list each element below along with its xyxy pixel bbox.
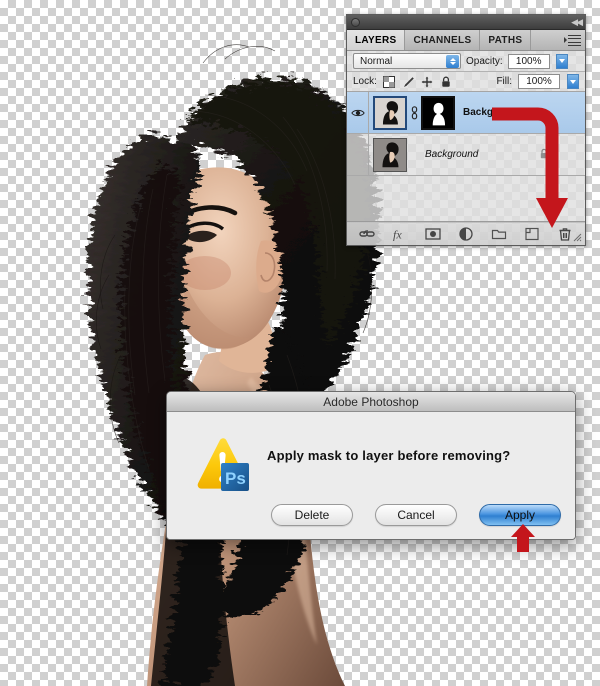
panel-menu-icon[interactable]: [567, 35, 581, 46]
dialog-titlebar[interactable]: Adobe Photoshop: [167, 392, 575, 412]
dialog-button-row[interactable]: Delete Cancel Apply: [271, 504, 561, 526]
svg-text:fx: fx: [393, 227, 402, 241]
layer-mask-link-icon[interactable]: [407, 105, 421, 120]
delete-layer-trash-icon[interactable]: [557, 226, 573, 242]
layer-name-label[interactable]: Background co: [463, 107, 536, 118]
panel-titlebar[interactable]: ◀◀: [347, 15, 585, 30]
layers-empty-area: [347, 176, 585, 223]
collapse-to-icons-chevron-icon[interactable]: ◀◀: [571, 17, 583, 27]
layer-thumbnail-image: [375, 97, 405, 128]
dialog-title-text: Adobe Photoshop: [323, 394, 419, 409]
add-layer-mask-icon[interactable]: [425, 226, 441, 242]
fill-label: Fill:: [496, 76, 512, 87]
warning-triangle-photoshop-icon: Ps: [197, 438, 249, 491]
layers-list[interactable]: Background co Background: [347, 92, 585, 223]
layer-mask-thumbnail-image: [423, 97, 453, 128]
blend-mode-stepper-icon[interactable]: [446, 55, 459, 68]
new-group-folder-icon[interactable]: [491, 226, 507, 242]
eye-icon[interactable]: [350, 108, 365, 118]
layer-visibility-toggle[interactable]: [347, 92, 369, 133]
layer-mask-thumbnail[interactable]: [421, 95, 455, 130]
tab-paths[interactable]: PATHS: [480, 30, 532, 50]
fill-dropdown-icon[interactable]: [567, 74, 579, 89]
blend-mode-row[interactable]: Normal Opacity: 100%: [347, 51, 585, 72]
layer-style-fx-icon[interactable]: fx: [392, 226, 408, 242]
panel-resize-grip-icon[interactable]: [573, 233, 582, 242]
background-locked-padlock-icon: [540, 148, 548, 159]
fill-input[interactable]: 100%: [518, 74, 560, 89]
new-layer-icon[interactable]: [524, 226, 540, 242]
photoshop-alert-dialog[interactable]: Adobe Photoshop Ps Apply mask to layer b…: [166, 391, 576, 540]
blend-mode-select[interactable]: Normal: [353, 53, 461, 69]
layers-panel[interactable]: ◀◀ LAYERS CHANNELS PATHS Normal Opacity:…: [346, 14, 586, 246]
lock-all-padlock-icon[interactable]: [440, 76, 452, 88]
background-layer-thumbnail[interactable]: [373, 137, 407, 172]
lock-position-move-icon[interactable]: [421, 76, 433, 88]
layer-visibility-toggle-background[interactable]: [347, 134, 369, 175]
cancel-button[interactable]: Cancel: [375, 504, 457, 526]
apply-button[interactable]: Apply: [479, 504, 561, 526]
layer-thumbnail[interactable]: [373, 95, 407, 130]
opacity-input[interactable]: 100%: [507, 53, 550, 69]
lock-image-pixels-brush-icon[interactable]: [402, 76, 414, 88]
layers-panel-bottom-toolbar[interactable]: fx: [347, 221, 585, 245]
new-adjustment-layer-icon[interactable]: [458, 226, 474, 242]
background-layer-name-label[interactable]: Background: [425, 149, 478, 160]
blend-mode-value: Normal: [360, 55, 393, 67]
dialog-body: Ps Apply mask to layer before removing? …: [167, 412, 575, 539]
layer-row-background-copy[interactable]: Background co: [347, 92, 585, 134]
opacity-dropdown-icon[interactable]: [555, 53, 568, 69]
panel-tabs[interactable]: LAYERS CHANNELS PATHS: [347, 30, 585, 51]
opacity-label: Opacity:: [466, 55, 503, 67]
chain-link-icon[interactable]: [410, 105, 419, 120]
lock-label: Lock:: [353, 76, 377, 87]
lock-transparency-icon[interactable]: [382, 75, 395, 88]
tab-channels[interactable]: CHANNELS: [405, 30, 481, 50]
dialog-message-text: Apply mask to layer before removing?: [267, 448, 511, 463]
layer-row-background[interactable]: Background: [347, 134, 585, 176]
photoshop-ps-badge-text: Ps: [225, 469, 246, 488]
background-layer-thumbnail-image: [374, 138, 406, 171]
panel-collapse-dot[interactable]: [351, 18, 360, 27]
tab-layers[interactable]: LAYERS: [347, 30, 406, 50]
delete-button[interactable]: Delete: [271, 504, 353, 526]
lock-row[interactable]: Lock: Fill: 100%: [347, 72, 585, 92]
link-layers-icon[interactable]: [359, 226, 375, 242]
